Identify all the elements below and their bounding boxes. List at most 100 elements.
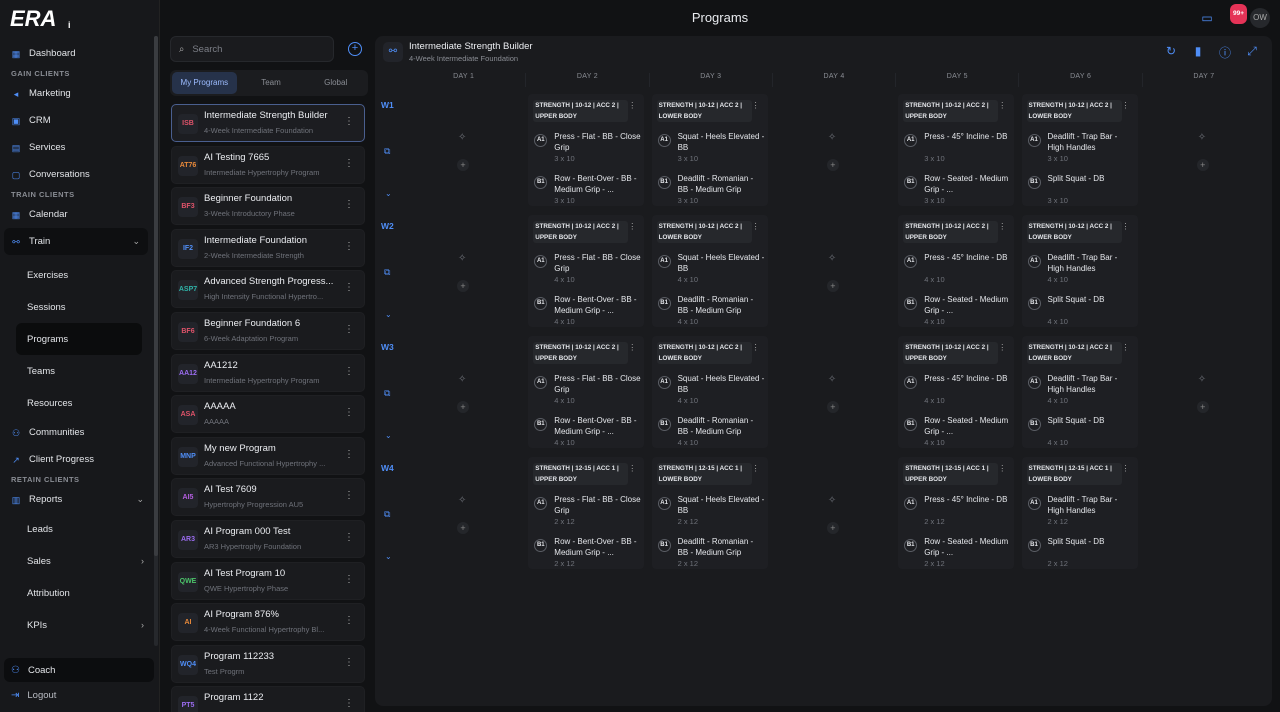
nav-sales[interactable]: Sales ›	[0, 545, 160, 577]
add-session-button[interactable]: +	[457, 280, 469, 292]
program-card[interactable]: PT5 Program 1122 ⋮	[171, 686, 365, 712]
more-options-icon[interactable]: ⋮	[752, 222, 760, 231]
trash-icon[interactable]: ▮	[1190, 44, 1206, 61]
copy-week-icon[interactable]: ⧉	[384, 509, 390, 520]
program-card[interactable]: BF6 Beginner Foundation 6 6-Week Adaptat…	[171, 311, 365, 350]
expand-icon[interactable]: ⤢	[1244, 44, 1260, 61]
session-card[interactable]: STRENGTH | 12-15 | ACC 1 | LOWER BODY ⋮ …	[1021, 457, 1138, 569]
session-card[interactable]: STRENGTH | 10-12 | ACC 2 | UPPER BODY ⋮ …	[898, 336, 1015, 448]
nav-leads[interactable]: Leads	[0, 513, 160, 545]
program-card[interactable]: AI5 AI Test 7609 Hypertrophy Progression…	[171, 478, 365, 517]
add-session-button[interactable]: +	[826, 280, 839, 292]
nav-dashboard[interactable]: ▦ Dashboard	[0, 40, 160, 67]
program-card[interactable]: QWE AI Test Program 10 QWE Hypertrophy P…	[171, 561, 365, 600]
more-options-icon[interactable]: ⋮	[998, 222, 1006, 231]
more-options-icon[interactable]: ⋮	[752, 343, 760, 352]
more-options-icon[interactable]: ⋮	[998, 101, 1006, 110]
search-input[interactable]: ⌕ Search	[170, 36, 334, 62]
avatar[interactable]: OW	[1250, 8, 1270, 28]
program-card[interactable]: ASA AAAAA AAAAA ⋮	[171, 395, 365, 434]
session-card[interactable]: STRENGTH | 10-12 | ACC 2 | LOWER BODY ⋮ …	[1021, 215, 1138, 327]
magic-wand-icon[interactable]: ✧	[458, 132, 466, 143]
magic-wand-icon[interactable]: ✧	[458, 495, 466, 506]
nav-train[interactable]: ⚯ Train ⌄	[4, 228, 148, 255]
more-options-icon[interactable]: ⋮	[628, 464, 636, 473]
copy-week-icon[interactable]: ⧉	[384, 146, 390, 157]
nav-kpis[interactable]: KPIs ›	[0, 609, 160, 641]
copy-week-icon[interactable]: ⧉	[384, 267, 390, 278]
more-options-icon[interactable]: ⋮	[628, 101, 636, 110]
magic-wand-icon[interactable]: ✧	[828, 132, 836, 143]
session-card[interactable]: STRENGTH | 10-12 | ACC 2 | UPPER BODY ⋮ …	[898, 94, 1015, 206]
chevron-down-icon[interactable]: ⌄	[385, 310, 392, 319]
more-options-icon[interactable]: ⋮	[1122, 222, 1130, 231]
program-card[interactable]: IF2 Intermediate Foundation 2-Week Inter…	[171, 228, 365, 267]
tab-global[interactable]: Global	[303, 70, 368, 96]
chevron-down-icon[interactable]: ⌄	[385, 189, 392, 198]
refresh-icon[interactable]: ↻	[1163, 44, 1179, 61]
more-options-icon[interactable]: ⋮	[998, 464, 1006, 473]
more-options-icon[interactable]: ⋮	[752, 101, 760, 110]
more-options-icon[interactable]: ⋮	[344, 615, 354, 626]
add-session-button[interactable]: +	[1196, 401, 1209, 413]
magic-wand-icon[interactable]: ✧	[458, 374, 466, 385]
program-card[interactable]: MNP My new Program Advanced Functional H…	[171, 436, 365, 475]
more-options-icon[interactable]: ⋮	[344, 449, 354, 460]
session-card[interactable]: STRENGTH | 10-12 | ACC 2 | UPPER BODY ⋮ …	[528, 336, 645, 448]
program-card[interactable]: AA12 AA1212 Intermediate Hypertrophy Pro…	[171, 353, 365, 392]
program-card[interactable]: BF3 Beginner Foundation 3-Week Introduct…	[171, 187, 365, 226]
more-options-icon[interactable]: ⋮	[344, 116, 354, 127]
bell-icon[interactable]: ◔99+	[1224, 4, 1248, 27]
magic-wand-icon[interactable]: ✧	[828, 495, 836, 506]
chevron-down-icon[interactable]: ⌄	[385, 431, 392, 440]
add-session-button[interactable]: +	[457, 522, 469, 534]
nav-conversations[interactable]: ▢ Conversations	[0, 161, 160, 188]
session-card[interactable]: STRENGTH | 12-15 | ACC 1 | UPPER BODY ⋮ …	[528, 457, 645, 569]
magic-wand-icon[interactable]: ✧	[1198, 374, 1206, 385]
magic-wand-icon[interactable]: ✧	[828, 374, 836, 385]
nav-resources[interactable]: Resources	[0, 387, 160, 419]
nav-communities[interactable]: ⚇ Communities	[0, 419, 160, 446]
more-options-icon[interactable]: ⋮	[1122, 343, 1130, 352]
more-options-icon[interactable]: ⋮	[344, 657, 354, 668]
chat-icon[interactable]: ▭	[1198, 9, 1216, 27]
nav-programs[interactable]: Programs	[16, 323, 142, 355]
nav-reports[interactable]: ▥ Reports ⌄	[0, 486, 160, 513]
more-options-icon[interactable]: ⋮	[344, 407, 354, 418]
add-program-button[interactable]: +	[348, 42, 362, 56]
info-icon[interactable]: ⓘ	[1217, 44, 1233, 61]
magic-wand-icon[interactable]: ✧	[828, 253, 836, 264]
nav-client-progress[interactable]: ↗ Client Progress	[0, 446, 160, 473]
session-card[interactable]: STRENGTH | 10-12 | ACC 2 | LOWER BODY ⋮ …	[1021, 336, 1138, 448]
more-options-icon[interactable]: ⋮	[344, 532, 354, 543]
add-session-button[interactable]: +	[826, 401, 839, 413]
more-options-icon[interactable]: ⋮	[344, 282, 354, 293]
session-card[interactable]: STRENGTH | 10-12 | ACC 2 | LOWER BODY ⋮ …	[651, 215, 768, 327]
more-options-icon[interactable]: ⋮	[344, 574, 354, 585]
more-options-icon[interactable]: ⋮	[998, 343, 1006, 352]
program-card[interactable]: AR3 AI Program 000 Test AR3 Hypertrophy …	[171, 519, 365, 558]
add-session-button[interactable]: +	[1196, 159, 1209, 171]
session-card[interactable]: STRENGTH | 10-12 | ACC 2 | UPPER BODY ⋮ …	[528, 94, 645, 206]
more-options-icon[interactable]: ⋮	[344, 199, 354, 210]
nav-attribution[interactable]: Attribution	[0, 577, 160, 609]
session-card[interactable]: STRENGTH | 10-12 | ACC 2 | LOWER BODY ⋮ …	[1021, 94, 1138, 206]
nav-services[interactable]: ▤ Services	[0, 134, 160, 161]
nav-marketing[interactable]: ◂ Marketing	[0, 80, 160, 107]
more-options-icon[interactable]: ⋮	[1122, 464, 1130, 473]
magic-wand-icon[interactable]: ✧	[1198, 132, 1206, 143]
more-options-icon[interactable]: ⋮	[344, 366, 354, 377]
session-card[interactable]: STRENGTH | 12-15 | ACC 1 | UPPER BODY ⋮ …	[898, 457, 1015, 569]
nav-crm[interactable]: ▣ CRM	[0, 107, 160, 134]
tab-team[interactable]: Team	[239, 70, 304, 96]
more-options-icon[interactable]: ⋮	[628, 222, 636, 231]
coach-switch[interactable]: ⚇ Coach	[4, 658, 154, 682]
nav-exercises[interactable]: Exercises	[0, 259, 160, 291]
chevron-down-icon[interactable]: ⌄	[385, 552, 392, 561]
session-card[interactable]: STRENGTH | 12-15 | ACC 1 | LOWER BODY ⋮ …	[651, 457, 768, 569]
program-card[interactable]: ASP7 Advanced Strength Progress... High …	[171, 270, 365, 309]
add-session-button[interactable]: +	[457, 401, 469, 413]
nav-sessions[interactable]: Sessions	[0, 291, 160, 323]
logout-button[interactable]: ⇥ Logout	[11, 690, 56, 701]
add-session-button[interactable]: +	[457, 159, 469, 171]
